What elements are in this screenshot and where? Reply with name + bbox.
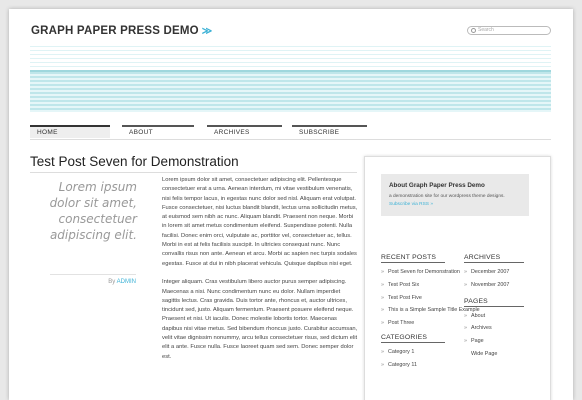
site-title-text[interactable]: GRAPH PAPER PRESS DEMO	[31, 25, 199, 37]
nav-divider	[30, 139, 551, 140]
page-link[interactable]: Archives	[464, 322, 524, 335]
byline-divider	[50, 274, 136, 275]
about-heading: About Graph Paper Press Demo	[389, 182, 485, 189]
browser-page: GRAPH PAPER PRESS DEMO ≫ Search HOME ABOU…	[9, 9, 573, 400]
header-banner-image	[30, 46, 551, 112]
post-paragraph: Integer aliquam. Cras vestibulum libero …	[162, 279, 358, 360]
subpage-link[interactable]: Wide Page	[464, 348, 524, 361]
rss-subscribe-link[interactable]: Subscribe via RSS »	[389, 202, 433, 207]
archives-widget: ARCHIVES December 2007 November 2007 PAG…	[464, 254, 524, 361]
about-text: a demonstration site for our wordpress t…	[389, 194, 505, 207]
pullquote: Lorem ipsum dolor sit amet, consectetuer…	[49, 180, 137, 242]
page-link[interactable]: Page	[464, 335, 524, 348]
pages-heading: PAGES	[464, 298, 524, 307]
post-title-divider	[30, 172, 357, 173]
nav-item-archives[interactable]: ARCHIVES	[207, 125, 282, 138]
nav-item-home[interactable]: HOME	[30, 125, 110, 138]
archive-link[interactable]: December 2007	[464, 266, 524, 279]
sidebar: About Graph Paper Press Demo a demonstra…	[364, 156, 551, 400]
post-title[interactable]: Test Post Seven for Demonstration	[30, 154, 239, 169]
categories-heading: CATEGORIES	[381, 334, 445, 343]
double-chevron-right-icon: ≫	[201, 26, 213, 37]
main-nav: HOME ABOUT ARCHIVES SUBSCRIBE	[30, 125, 551, 139]
author-link[interactable]: ADMIN	[117, 279, 136, 285]
post-paragraph: Lorem ipsum dolor sit amet, consectetuer…	[162, 177, 358, 267]
nav-item-about[interactable]: ABOUT	[122, 125, 194, 138]
search-icon	[471, 28, 476, 33]
recent-posts-heading: RECENT POSTS	[381, 254, 445, 263]
page-link[interactable]: About	[464, 310, 524, 323]
site-title[interactable]: GRAPH PAPER PRESS DEMO ≫	[31, 25, 212, 37]
byline-prefix: By	[108, 279, 116, 285]
archives-heading: ARCHIVES	[464, 254, 524, 263]
nav-item-subscribe[interactable]: SUBSCRIBE	[292, 125, 367, 138]
byline: By ADMIN	[50, 279, 136, 285]
search-input[interactable]: Search	[467, 26, 551, 35]
about-box: About Graph Paper Press Demo a demonstra…	[381, 174, 529, 216]
search-placeholder: Search	[478, 27, 494, 33]
archive-link[interactable]: November 2007	[464, 279, 524, 292]
post-body: Lorem ipsum dolor sit amet, consectetuer…	[162, 176, 358, 371]
